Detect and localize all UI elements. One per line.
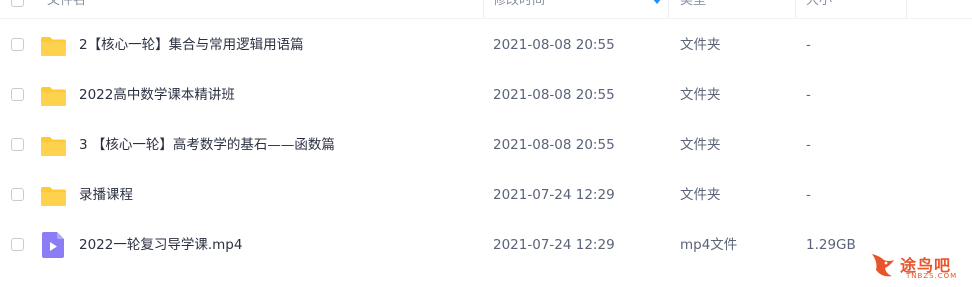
row-checkbox[interactable] [11, 88, 24, 101]
file-size: - [806, 87, 811, 103]
file-row[interactable]: 3 【核心一轮】高考数学的基石——函数篇 2021-08-08 20:55 文件… [0, 120, 972, 170]
file-type: 文件夹 [680, 37, 721, 53]
column-divider [483, 0, 484, 18]
column-header-size[interactable]: 大小 [806, 0, 832, 18]
row-checkbox[interactable] [11, 238, 24, 251]
column-divider [668, 0, 669, 18]
file-name[interactable]: 2022一轮复习导学课.mp4 [79, 220, 242, 270]
file-name[interactable]: 3 【核心一轮】高考数学的基石——函数篇 [79, 120, 335, 170]
modified-time: 2021-08-08 20:55 [493, 137, 615, 153]
file-size: - [806, 37, 811, 53]
file-name[interactable]: 2022高中数学课本精讲班 [79, 70, 235, 120]
folder-icon [41, 87, 66, 106]
column-header-modified[interactable]: 修改时间 [493, 0, 545, 18]
file-type: 文件夹 [680, 87, 721, 103]
row-checkbox[interactable] [11, 138, 24, 151]
column-divider [906, 0, 907, 18]
folder-icon [41, 37, 66, 56]
file-size: 1.29GB [806, 237, 856, 253]
file-type: 文件夹 [680, 137, 721, 153]
modified-time: 2021-07-24 12:29 [493, 187, 615, 203]
file-row[interactable]: 2022高中数学课本精讲班 2021-08-08 20:55 文件夹 - [0, 70, 972, 120]
row-checkbox[interactable] [11, 38, 24, 51]
file-row[interactable]: 录播课程 2021-07-24 12:29 文件夹 - [0, 170, 972, 220]
folder-icon [41, 187, 66, 206]
folder-icon [41, 137, 66, 156]
watermark-logo: 途鸟吧 TNBZS.COM [868, 248, 968, 284]
row-checkbox[interactable] [11, 188, 24, 201]
file-type: mp4文件 [680, 237, 738, 253]
column-header-type[interactable]: 类型 [680, 0, 706, 18]
file-type: 文件夹 [680, 187, 721, 203]
bird-logo-icon [872, 254, 894, 277]
file-size: - [806, 187, 811, 203]
modified-time: 2021-08-08 20:55 [493, 87, 615, 103]
file-size: - [806, 137, 811, 153]
select-all-checkbox[interactable] [11, 0, 24, 7]
file-row[interactable]: 2【核心一轮】集合与常用逻辑用语篇 2021-08-08 20:55 文件夹 - [0, 20, 972, 70]
file-row[interactable]: 2022一轮复习导学课.mp4 2021-07-24 12:29 mp4文件 1… [0, 220, 972, 270]
file-name[interactable]: 录播课程 [79, 170, 133, 220]
modified-time: 2021-07-24 12:29 [493, 237, 615, 253]
video-file-icon [42, 232, 64, 258]
file-name[interactable]: 2【核心一轮】集合与常用逻辑用语篇 [79, 20, 304, 70]
column-divider [795, 0, 796, 18]
watermark-subtext: TNBZS.COM [906, 272, 958, 280]
file-list-header: 文件名 修改时间 类型 大小 [0, 0, 972, 19]
modified-time: 2021-08-08 20:55 [493, 37, 615, 53]
sort-desc-icon[interactable] [652, 0, 662, 4]
column-header-name[interactable]: 文件名 [47, 0, 86, 18]
